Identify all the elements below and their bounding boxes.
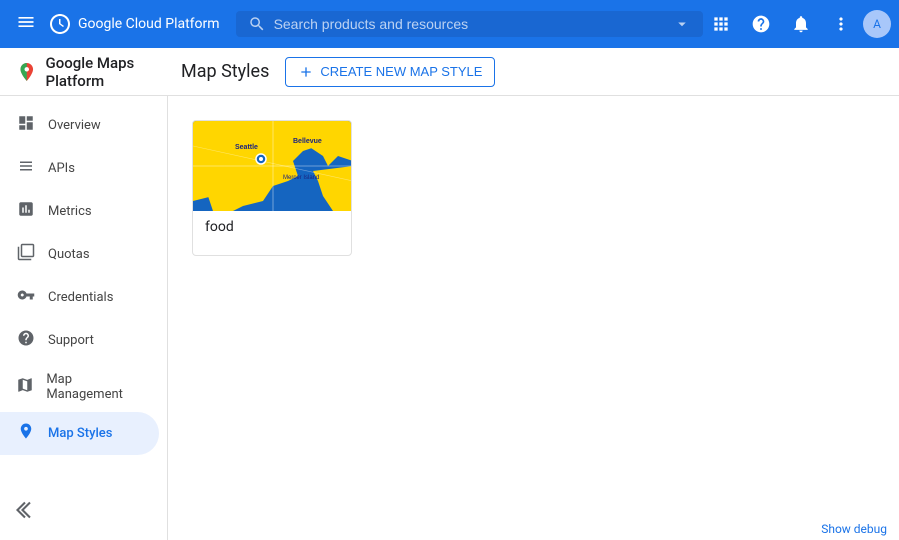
create-map-style-button[interactable]: CREATE NEW MAP STYLE [285, 57, 495, 87]
sidebar-item-apis[interactable]: APIs [0, 147, 159, 190]
quotas-icon [16, 243, 36, 266]
avatar[interactable]: A [863, 10, 891, 38]
help-icon-btn[interactable] [743, 6, 779, 42]
sidebar-label-credentials: Credentials [48, 290, 113, 305]
more-icon-btn[interactable] [823, 6, 859, 42]
sidebar-label-apis: APIs [48, 161, 75, 176]
sidebar-label-quotas: Quotas [48, 247, 90, 262]
main-layout: Overview APIs Metrics Quotas [0, 96, 899, 540]
sidebar-item-overview[interactable]: Overview [0, 104, 159, 147]
sidebar-item-credentials[interactable]: Credentials [0, 276, 159, 319]
top-bar: Google Cloud Platform A [0, 0, 899, 48]
svg-text:Bellevue: Bellevue [293, 138, 322, 145]
sidebar-item-quotas[interactable]: Quotas [0, 233, 159, 276]
sidebar-item-map-styles[interactable]: Map Styles [0, 412, 159, 455]
maps-logo-icon [16, 60, 38, 84]
sidebar-item-metrics[interactable]: Metrics [0, 190, 159, 233]
maps-platform-title: Google Maps Platform [46, 54, 181, 90]
page-title: Map Styles [181, 61, 269, 82]
search-box[interactable] [236, 11, 703, 37]
map-style-card[interactable]: Seattle Bellevue Mercer Island food [192, 120, 352, 256]
gcp-title: Google Cloud Platform [78, 16, 220, 32]
sidebar-label-map-styles: Map Styles [48, 426, 112, 441]
cloud-logo-icon [48, 12, 72, 36]
debug-bar[interactable]: Show debug [809, 518, 899, 540]
main-content: Seattle Bellevue Mercer Island food [168, 96, 899, 540]
search-icon [248, 15, 266, 33]
search-dropdown-icon[interactable] [673, 15, 691, 33]
support-icon [16, 329, 36, 352]
map-styles-icon [16, 422, 36, 445]
search-input[interactable] [274, 16, 665, 32]
svg-text:Seattle: Seattle [235, 144, 258, 151]
notifications-icon-btn[interactable] [783, 6, 819, 42]
map-style-label: food [193, 211, 351, 255]
sidebar-label-metrics: Metrics [48, 204, 92, 219]
apps-icon-btn[interactable] [703, 6, 739, 42]
sidebar-label-map-management: Map Management [46, 372, 143, 402]
overview-icon [16, 114, 36, 137]
metrics-icon [16, 200, 36, 223]
add-icon [298, 64, 314, 80]
sub-header-content: Map Styles CREATE NEW MAP STYLE [181, 57, 883, 87]
sub-header: Google Maps Platform Map Styles CREATE N… [0, 48, 899, 96]
sidebar-item-support[interactable]: Support [0, 319, 159, 362]
map-thumbnail-svg: Seattle Bellevue Mercer Island [193, 121, 352, 211]
sidebar-label-overview: Overview [48, 118, 101, 133]
app-title: Google Cloud Platform [48, 12, 220, 36]
sub-header-logo: Google Maps Platform [16, 54, 181, 90]
sidebar-item-map-management[interactable]: Map Management [0, 362, 159, 412]
map-management-icon [16, 376, 34, 399]
apis-icon [16, 157, 36, 180]
top-bar-actions: A [703, 6, 891, 42]
sidebar-collapse-button[interactable] [0, 488, 167, 532]
sidebar: Overview APIs Metrics Quotas [0, 96, 168, 540]
sidebar-label-support: Support [48, 333, 94, 348]
menu-icon[interactable] [8, 4, 44, 44]
svg-text:Mercer Island: Mercer Island [283, 175, 319, 181]
credentials-icon [16, 286, 36, 309]
map-thumbnail: Seattle Bellevue Mercer Island [193, 121, 352, 211]
sidebar-items: Overview APIs Metrics Quotas [0, 104, 167, 455]
